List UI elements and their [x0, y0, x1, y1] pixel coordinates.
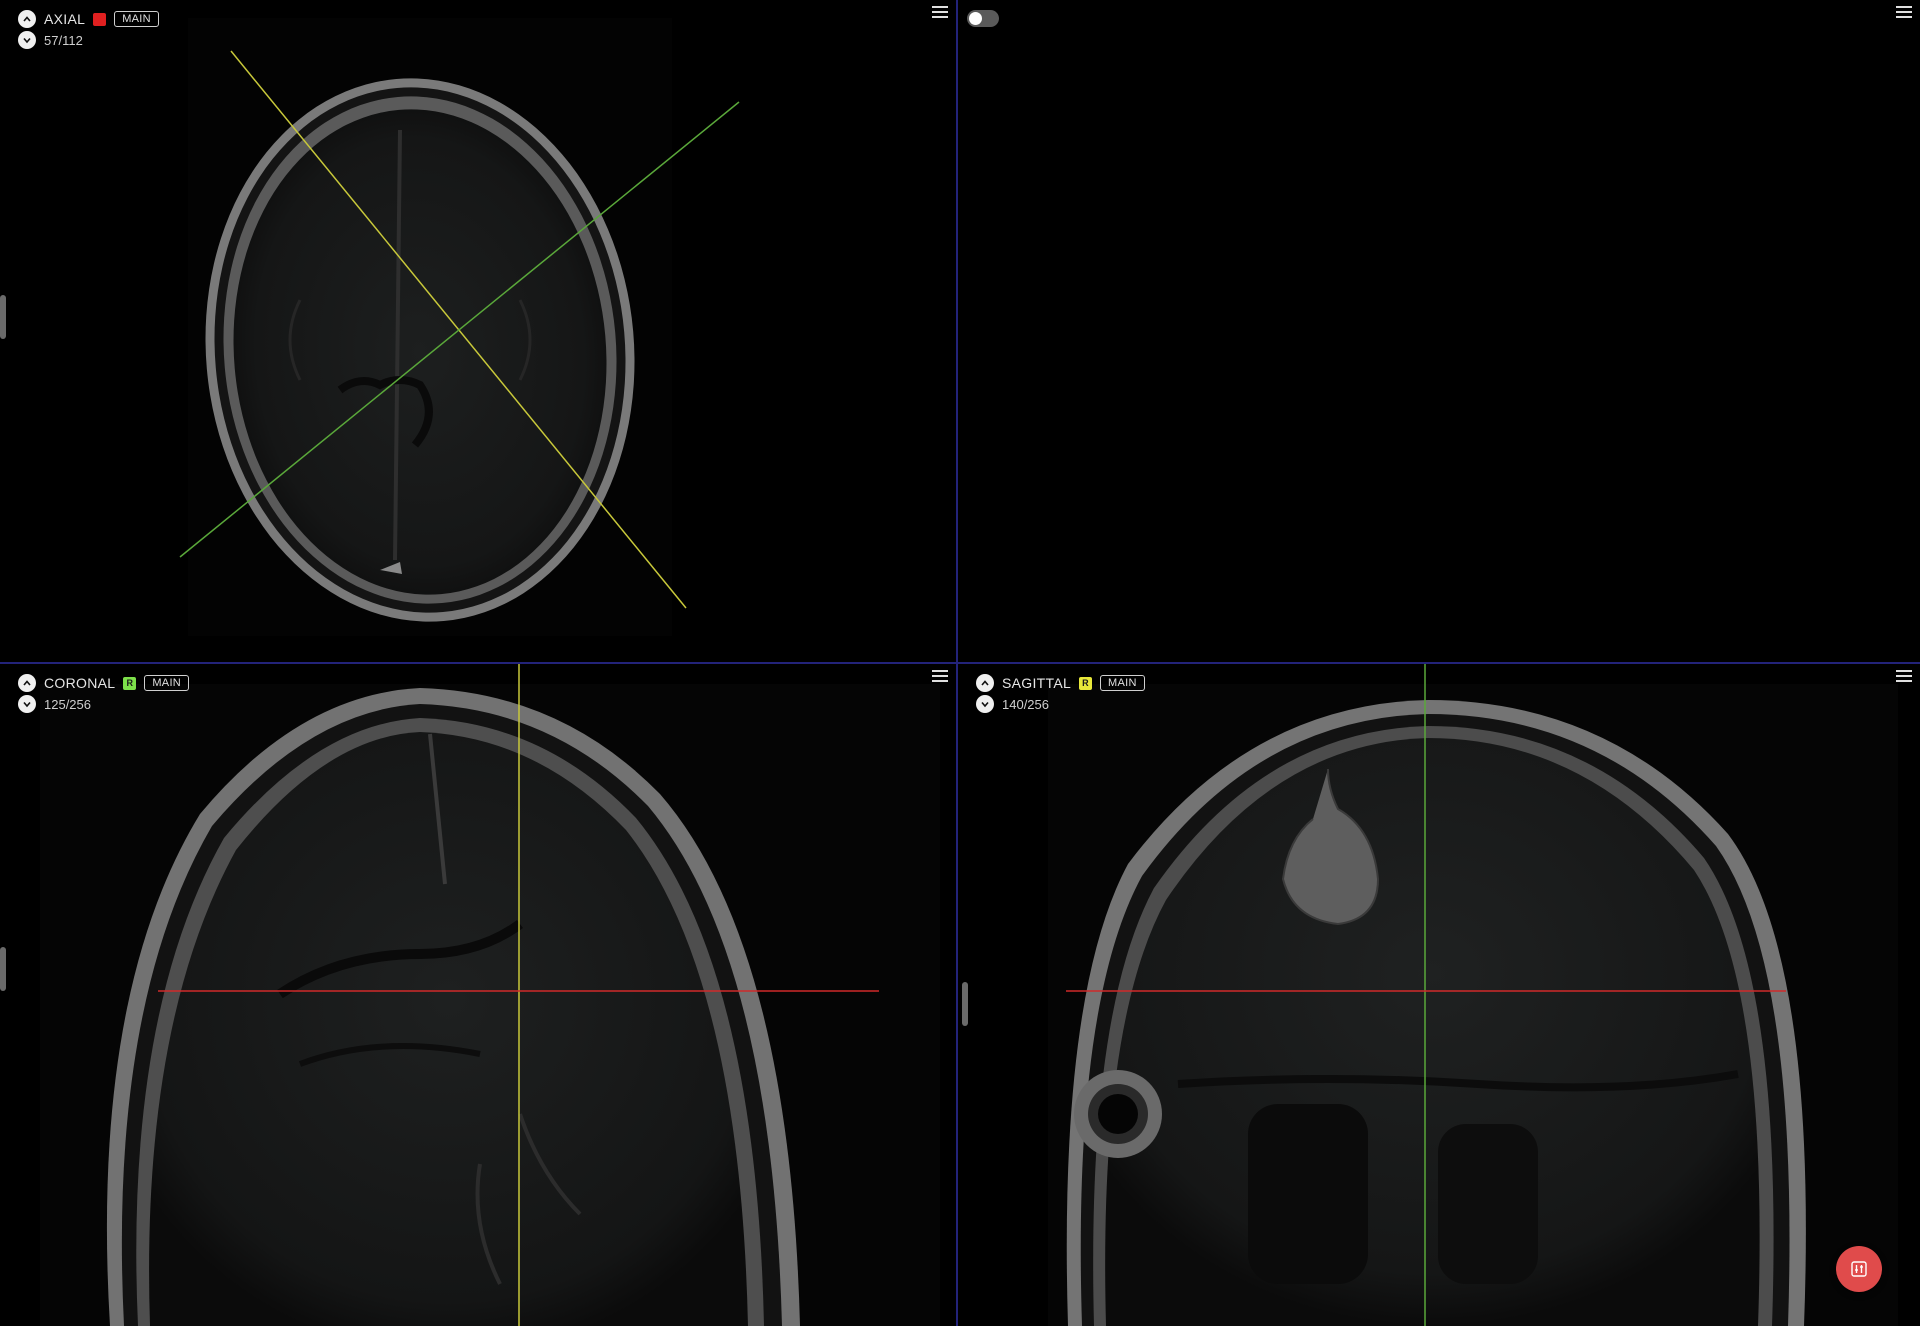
slice-counter: 125/256 — [44, 696, 91, 712]
main-tag[interactable]: MAIN — [1100, 675, 1145, 691]
view-label: SAGITTAL — [1002, 675, 1072, 691]
slice-down-button[interactable] — [976, 695, 994, 713]
viewport-coronal[interactable]: CORONAL R MAIN 125/256 — [0, 664, 956, 1326]
coronal-slice-row: 125/256 — [18, 695, 91, 713]
viewport-sagittal[interactable]: SAGITTAL R MAIN 140/256 — [958, 664, 1920, 1326]
hamburger-menu-icon[interactable] — [932, 6, 948, 20]
resize-handle[interactable] — [0, 947, 6, 991]
view-color-marker — [93, 12, 107, 26]
sagittal-crosshair[interactable] — [958, 664, 1920, 1326]
axial-crosshair[interactable] — [0, 0, 956, 662]
slice-up-button[interactable] — [18, 674, 36, 692]
main-tag[interactable]: MAIN — [144, 675, 190, 691]
slice-counter: 57/112 — [44, 32, 83, 48]
view-label: CORONAL — [44, 675, 116, 691]
chevron-up-icon — [981, 680, 989, 686]
resize-handle[interactable] — [962, 982, 968, 1026]
sagittal-slice-row: 140/256 — [976, 695, 1049, 713]
sagittal-header: SAGITTAL R MAIN — [976, 674, 1145, 692]
viewport-axial[interactable]: AXIAL MAIN 57/112 — [0, 0, 956, 662]
view-color-marker: R — [1079, 676, 1093, 690]
axial-slice-row: 57/112 — [18, 31, 83, 49]
coronal-header: CORONAL R MAIN — [18, 674, 190, 692]
hamburger-menu-icon[interactable] — [932, 670, 948, 684]
slice-down-button[interactable] — [18, 695, 36, 713]
resize-handle[interactable] — [0, 295, 6, 339]
slice-down-button[interactable] — [18, 31, 36, 49]
slice-up-button[interactable] — [18, 10, 36, 28]
chevron-up-icon — [23, 680, 31, 686]
slice-counter: 140/256 — [1002, 696, 1049, 712]
crosshair-green-line[interactable] — [179, 101, 740, 558]
chevron-down-icon — [981, 701, 989, 708]
viewport-divider-horizontal[interactable] — [0, 662, 1920, 664]
main-tag[interactable]: MAIN — [114, 11, 159, 27]
hamburger-menu-icon[interactable] — [1896, 670, 1912, 684]
chevron-down-icon — [23, 37, 31, 44]
3d-toggle-switch[interactable] — [967, 10, 999, 27]
chevron-down-icon — [23, 701, 31, 708]
view-label: AXIAL — [44, 11, 86, 27]
axial-header: AXIAL MAIN — [18, 10, 159, 28]
chevron-up-icon — [23, 16, 31, 22]
view-color-marker: R — [123, 676, 137, 690]
viewport-3d[interactable] — [958, 0, 1920, 662]
hamburger-menu-icon[interactable] — [1896, 6, 1912, 20]
coronal-crosshair[interactable] — [0, 664, 956, 1326]
adjustments-icon — [1851, 1261, 1867, 1277]
slice-up-button[interactable] — [976, 674, 994, 692]
adjustments-button[interactable] — [1836, 1246, 1882, 1292]
